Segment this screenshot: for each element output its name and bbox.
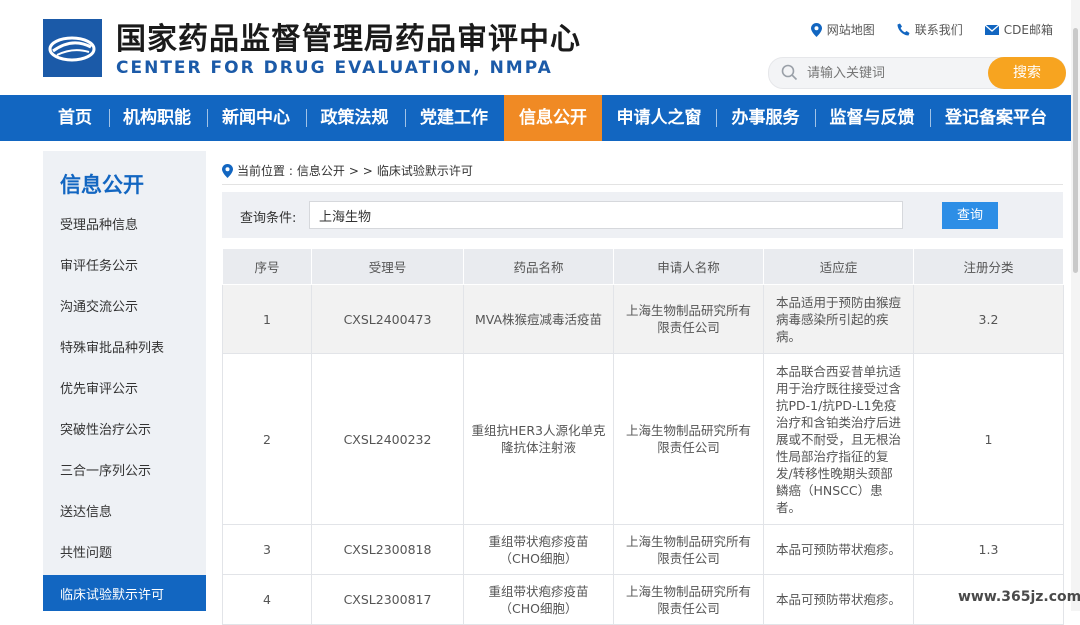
nav-item-policy[interactable]: 政策法规 — [308, 95, 401, 141]
breadcrumb-divider — [222, 184, 1063, 185]
mail-icon — [984, 24, 999, 35]
search-icon — [781, 64, 798, 81]
cell-no: 3 — [222, 524, 312, 575]
main-content: 当前位置 : 信息公开 > > 临床试验默示许可 查询条件: 查询 序号 受理号… — [222, 151, 1064, 625]
main-nav: 首页 机构职能 新闻中心 政策法规 党建工作 信息公开 申请人之窗 办事服务 监… — [0, 95, 1080, 141]
cell-category: 1 — [913, 353, 1064, 525]
sidebar-item-delivery[interactable]: 送达信息 — [43, 492, 206, 533]
cell-category: 3.2 — [913, 284, 1064, 354]
col-header-applicant: 申请人名称 — [613, 248, 764, 285]
cell-indication: 本品可预防带状疱疹。 — [763, 524, 914, 575]
location-pin-icon — [810, 22, 822, 37]
nav-divider — [207, 109, 208, 127]
sidebar-item-three-in-one[interactable]: 三合一序列公示 — [43, 451, 206, 492]
query-label: 查询条件: — [240, 211, 297, 226]
breadcrumb-prefix: 当前位置 : — [237, 164, 293, 178]
cell-accept-no: CXSL2300818 — [311, 524, 464, 575]
results-table: 序号 受理号 药品名称 申请人名称 适应症 注册分类 1 CXSL2400473… — [222, 248, 1064, 625]
sidebar-item-priority-review[interactable]: 优先审评公示 — [43, 369, 206, 410]
nav-item-applicant[interactable]: 申请人之窗 — [604, 95, 714, 141]
sidebar-item-communication[interactable]: 沟通交流公示 — [43, 287, 206, 328]
table-row[interactable]: 2 CXSL2400232 重组抗HER3人源化单克隆抗体注射液 上海生物制品研… — [222, 353, 1064, 525]
cell-indication: 本品联合西妥昔单抗适用于治疗既往接受过含抗PD-1/抗PD-L1免疫治疗和含铂类… — [763, 353, 914, 525]
site-search: 搜索 — [768, 57, 1066, 89]
sidebar-item-special-approval[interactable]: 特殊审批品种列表 — [43, 328, 206, 369]
nav-item-info-public[interactable]: 信息公开 — [504, 95, 602, 141]
logo-emblem-icon — [48, 36, 96, 62]
cell-applicant: 上海生物制品研究所有限责任公司 — [613, 574, 764, 625]
query-button[interactable]: 查询 — [942, 202, 998, 229]
table-row[interactable]: 4 CXSL2300817 重组带状疱疹疫苗（CHO细胞） 上海生物制品研究所有… — [222, 574, 1064, 625]
cell-accept-no: CXSL2400232 — [311, 353, 464, 525]
col-header-indication: 适应症 — [763, 248, 914, 285]
table-row[interactable]: 3 CXSL2300818 重组带状疱疹疫苗（CHO细胞） 上海生物制品研究所有… — [222, 524, 1064, 575]
query-bar: 查询条件: 查询 — [222, 192, 1063, 238]
nav-divider — [716, 109, 717, 127]
nav-item-functions[interactable]: 机构职能 — [111, 95, 203, 141]
sidebar-title: 信息公开 — [60, 173, 144, 197]
cell-no: 4 — [222, 574, 312, 625]
nav-item-registration[interactable]: 登记备案平台 — [932, 95, 1060, 141]
col-header-accept-no: 受理号 — [311, 248, 464, 285]
breadcrumb: 当前位置 : 信息公开 > > 临床试验默示许可 — [222, 162, 473, 179]
nav-divider — [306, 109, 307, 127]
nav-item-services[interactable]: 办事服务 — [718, 95, 813, 141]
site-title-en: CENTER FOR DRUG EVALUATION, NMPA — [116, 58, 553, 78]
breadcrumb-section[interactable]: 信息公开 — [297, 162, 345, 179]
cell-indication: 本品可预防带状疱疹。 — [763, 574, 914, 625]
cell-applicant: 上海生物制品研究所有限责任公司 — [613, 284, 764, 354]
search-button[interactable]: 搜索 — [988, 57, 1066, 89]
cell-no: 1 — [222, 284, 312, 354]
cell-indication: 本品适用于预防由猴痘病毒感染所引起的疾病。 — [763, 284, 914, 354]
cell-applicant: 上海生物制品研究所有限责任公司 — [613, 353, 764, 525]
phone-icon — [897, 23, 910, 36]
table-header-row: 序号 受理号 药品名称 申请人名称 适应症 注册分类 — [222, 248, 1064, 285]
cell-no: 2 — [222, 353, 312, 525]
search-input[interactable] — [805, 62, 979, 84]
mail-link-label: CDE邮箱 — [1003, 23, 1053, 37]
cell-category: 1.3 — [913, 524, 1064, 575]
cell-accept-no: CXSL2300817 — [311, 574, 464, 625]
cell-drug: MVA株猴痘减毒活疫苗 — [463, 284, 614, 354]
nav-item-news[interactable]: 新闻中心 — [209, 95, 303, 141]
col-header-category: 注册分类 — [913, 248, 1064, 285]
table-row[interactable]: 1 CXSL2400473 MVA株猴痘减毒活疫苗 上海生物制品研究所有限责任公… — [222, 284, 1064, 354]
sitemap-link-label: 网站地图 — [826, 23, 875, 37]
nav-item-feedback[interactable]: 监督与反馈 — [817, 95, 927, 141]
nav-item-home[interactable]: 首页 — [43, 95, 107, 141]
cell-drug: 重组带状疱疹疫苗（CHO细胞） — [463, 524, 614, 575]
sidebar-item-common-issues[interactable]: 共性问题 — [43, 533, 206, 574]
nav-divider — [930, 109, 931, 127]
sitemap-link[interactable]: 网站地图 — [810, 21, 875, 38]
cde-logo[interactable] — [43, 19, 102, 77]
contact-link-label: 联系我们 — [914, 23, 963, 37]
location-pin-icon — [222, 163, 233, 178]
top-links: 网站地图 联系我们 CDE邮箱 — [789, 21, 1053, 38]
sidebar-item-breakthrough[interactable]: 突破性治疗公示 — [43, 410, 206, 451]
sidebar: 信息公开 受理品种信息 审评任务公示 沟通交流公示 特殊审批品种列表 优先审评公… — [43, 151, 206, 611]
mail-link[interactable]: CDE邮箱 — [984, 21, 1053, 38]
cell-accept-no: CXSL2400473 — [311, 284, 464, 354]
nav-item-party[interactable]: 党建工作 — [407, 95, 501, 141]
nav-divider — [405, 109, 406, 127]
sidebar-item-accepted[interactable]: 受理品种信息 — [43, 205, 206, 246]
cell-applicant: 上海生物制品研究所有限责任公司 — [613, 524, 764, 575]
page-scrollbar-thumb[interactable] — [1073, 28, 1078, 273]
breadcrumb-current: 临床试验默示许可 — [376, 164, 473, 178]
sidebar-item-implied-permission[interactable]: 临床试验默示许可 — [43, 575, 206, 611]
cell-drug: 重组带状疱疹疫苗（CHO细胞） — [463, 574, 614, 625]
query-input[interactable] — [309, 201, 903, 229]
col-header-no: 序号 — [222, 248, 312, 285]
contact-link[interactable]: 联系我们 — [897, 21, 963, 38]
nav-divider — [109, 109, 110, 127]
cell-drug: 重组抗HER3人源化单克隆抗体注射液 — [463, 353, 614, 525]
watermark-text: www.365jz.com — [958, 589, 1080, 605]
breadcrumb-separator: > > — [348, 163, 373, 178]
col-header-drug: 药品名称 — [463, 248, 614, 285]
site-title-cn: 国家药品监督管理局药品审评中心 — [116, 22, 581, 57]
sidebar-item-review-tasks[interactable]: 审评任务公示 — [43, 246, 206, 287]
nav-divider — [815, 109, 816, 127]
site-header: 国家药品监督管理局药品审评中心 CENTER FOR DRUG EVALUATI… — [0, 0, 1080, 95]
